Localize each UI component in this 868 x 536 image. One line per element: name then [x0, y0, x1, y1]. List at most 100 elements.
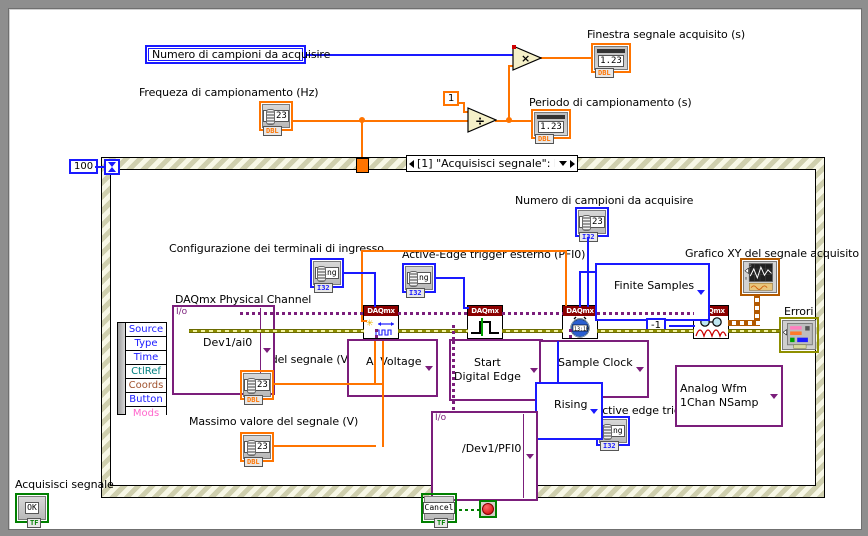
sample-clock-dropdown-arrow-icon[interactable]: [635, 367, 644, 372]
start-digital-edge-dropdown-arrow-icon[interactable]: [529, 368, 538, 373]
indicator-grafico-xy[interactable]: 2 0: [740, 258, 780, 296]
indicator-finestra-rep: DBL: [595, 68, 614, 78]
wire-task-2: [398, 312, 468, 315]
label-config-terminali: Configurazione dei terminali di ingresso: [169, 242, 384, 255]
constant-sample-clock-value: Sample Clock: [558, 356, 633, 369]
wire-freq-to-timing: [565, 250, 567, 306]
wire-error-1: [398, 329, 468, 333]
indicator-finestra-value: 1.23: [598, 55, 624, 67]
constant-ai-voltage[interactable]: AI Voltage: [347, 339, 438, 397]
daqmx-banner-create-channel: DAQmx: [364, 306, 398, 316]
constant-dev1-pfi0-value: /Dev1/PFI0: [462, 442, 522, 455]
wire-finite-3: [579, 271, 597, 273]
terminal-active-edge-ext-rep: I32: [406, 288, 425, 298]
constant-timeout-100[interactable]: 100: [69, 159, 99, 174]
terminal-numero-campioni-top[interactable]: Numero di campioni da acquisire: [145, 45, 330, 64]
terminal-configurazione-terminali-ingresso[interactable]: Ring I32: [310, 258, 344, 293]
event-data-ctlref[interactable]: CtlRef: [126, 365, 166, 379]
terminal-acquisisci-segnale[interactable]: OK TF: [15, 493, 49, 528]
constant-dev1-pfi0[interactable]: I/o /Dev1/PFI0: [431, 411, 538, 501]
wire-error-3: [597, 329, 694, 333]
terminal-massimo-valore[interactable]: 1.23 DBL: [240, 432, 274, 467]
wire-error-4: [728, 329, 780, 333]
wire-divide-out: [495, 120, 531, 122]
node-daqmx-timing[interactable]: DAQmx 13:10: [562, 305, 598, 339]
wire-aedge-1: [436, 277, 465, 279]
ai-voltage-dropdown-arrow-icon[interactable]: [424, 366, 433, 371]
event-data-time[interactable]: Time: [126, 351, 166, 365]
timeout-terminal[interactable]: [104, 159, 120, 175]
wire-timeout: [95, 166, 106, 168]
terminal-frequenza-di-campionamento[interactable]: 1.23 DBL: [259, 101, 293, 136]
event-data-button[interactable]: Button: [126, 393, 166, 407]
terminal-cancel-value: Cancel: [422, 502, 456, 514]
event-data-node[interactable]: Source Type Time CtlRef Coords Button Mo…: [117, 322, 167, 420]
svg-text:÷: ÷: [475, 114, 485, 128]
wire-finite-2: [579, 271, 581, 307]
wire-config-ring-2: [374, 272, 376, 307]
event-data-coords[interactable]: Coords: [126, 379, 166, 393]
event-data-type[interactable]: Type: [126, 337, 166, 351]
dev1-pfi0-dropdown-arrow-icon[interactable]: [526, 454, 534, 459]
label-massimo: Massimo valore del segnale (V): [189, 415, 359, 428]
wire-minusone: [669, 325, 695, 327]
wire-aedge-3: [463, 307, 469, 309]
node-daqmx-trigger[interactable]: DAQmx: [467, 305, 503, 339]
wire-error-0: [189, 329, 364, 333]
constant-physical-channel-value: Dev1/ai0: [203, 336, 253, 349]
wire-sampleclock: [569, 329, 572, 342]
wire-task-1: [240, 312, 364, 315]
constant-rising-value: Rising: [554, 398, 588, 411]
terminal-cancel[interactable]: Cancel TF: [421, 493, 457, 528]
label-frequenza: Frequeza di campionamento (Hz): [139, 86, 319, 99]
event-data-source[interactable]: Source: [126, 323, 166, 337]
analog-wfm-dropdown-arrow-icon[interactable]: [769, 394, 778, 399]
event-case-selector[interactable]: [1] "Acquisisci segnale": Mouse Up: [406, 155, 578, 172]
event-data-mods[interactable]: Mods: [126, 407, 166, 420]
wire-aivoltage: [375, 329, 378, 341]
indicator-finestra-segnale-acquisito[interactable]: 1.23 DBL: [591, 43, 631, 78]
indicator-errori[interactable]: [779, 317, 819, 353]
node-daqmx-create-channel[interactable]: DAQmx ✳: [363, 305, 399, 339]
finite-samples-dropdown-arrow-icon[interactable]: [697, 290, 706, 295]
block-diagram-canvas[interactable]: Frequeza di campionamento (Hz) Finestra …: [8, 8, 862, 530]
constant-one[interactable]: 1: [443, 91, 460, 106]
next-case-arrow-icon[interactable]: [570, 159, 575, 168]
terminal-config-rep: I32: [314, 283, 333, 293]
wire-config-ring-1: [344, 272, 376, 274]
wire-max-3: [376, 383, 384, 385]
case-dropdown-arrow-icon[interactable]: [559, 161, 567, 166]
terminal-numero-campioni-loop[interactable]: 1.23 I32: [575, 207, 609, 242]
svg-text:13:10: 13:10: [574, 327, 589, 333]
constant-analog-wfm[interactable]: Analog Wfm 1Chan NSamp: [675, 365, 783, 427]
rising-dropdown-arrow-icon[interactable]: [590, 409, 599, 414]
node-stop-button[interactable]: [479, 500, 497, 518]
prev-case-arrow-icon[interactable]: [409, 159, 414, 168]
wire-task-3: [502, 312, 563, 315]
terminal-minimo-rep: DBL: [244, 395, 263, 405]
constant-analog-wfm-value: Analog Wfm 1Chan NSamp: [680, 382, 759, 409]
tunnel-frequenza[interactable]: [356, 158, 369, 173]
label-numero-campioni-loop: Numero di campioni da acquisire: [515, 194, 694, 207]
wire-freq-across: [361, 250, 567, 252]
terminal-massimo-rep: DBL: [244, 457, 263, 467]
terminal-numero-campioni-top-label: Numero di campioni da acquisire: [152, 47, 331, 61]
constant-start-digital-edge[interactable]: Start Digital Edge: [449, 339, 543, 401]
wire-rising-1: [557, 341, 559, 382]
terminal-minimo-valore[interactable]: 1.23 DBL: [240, 370, 274, 405]
wire-period-up: [508, 65, 510, 120]
svg-text:0: 0: [745, 277, 748, 281]
svg-text:×: ×: [521, 52, 530, 65]
terminal-active-edge-trigger-esterno[interactable]: Ring I32: [402, 263, 436, 298]
physical-channel-dropdown-arrow-icon[interactable]: [263, 348, 271, 353]
wire-error-2: [502, 329, 563, 333]
wire-max-2: [382, 341, 384, 447]
indicator-periodo-rep: DBL: [535, 134, 554, 144]
indicator-periodo-di-campionamento[interactable]: 1.23 DBL: [531, 109, 571, 144]
node-multiply[interactable]: ×: [512, 45, 542, 71]
constant-rising[interactable]: Rising: [535, 382, 604, 440]
wire-frequenza-out: [293, 120, 469, 122]
event-data-node-grip[interactable]: [118, 323, 126, 414]
label-finestra: Finestra segnale acquisito (s): [587, 28, 746, 41]
node-divide[interactable]: ÷: [467, 107, 497, 133]
